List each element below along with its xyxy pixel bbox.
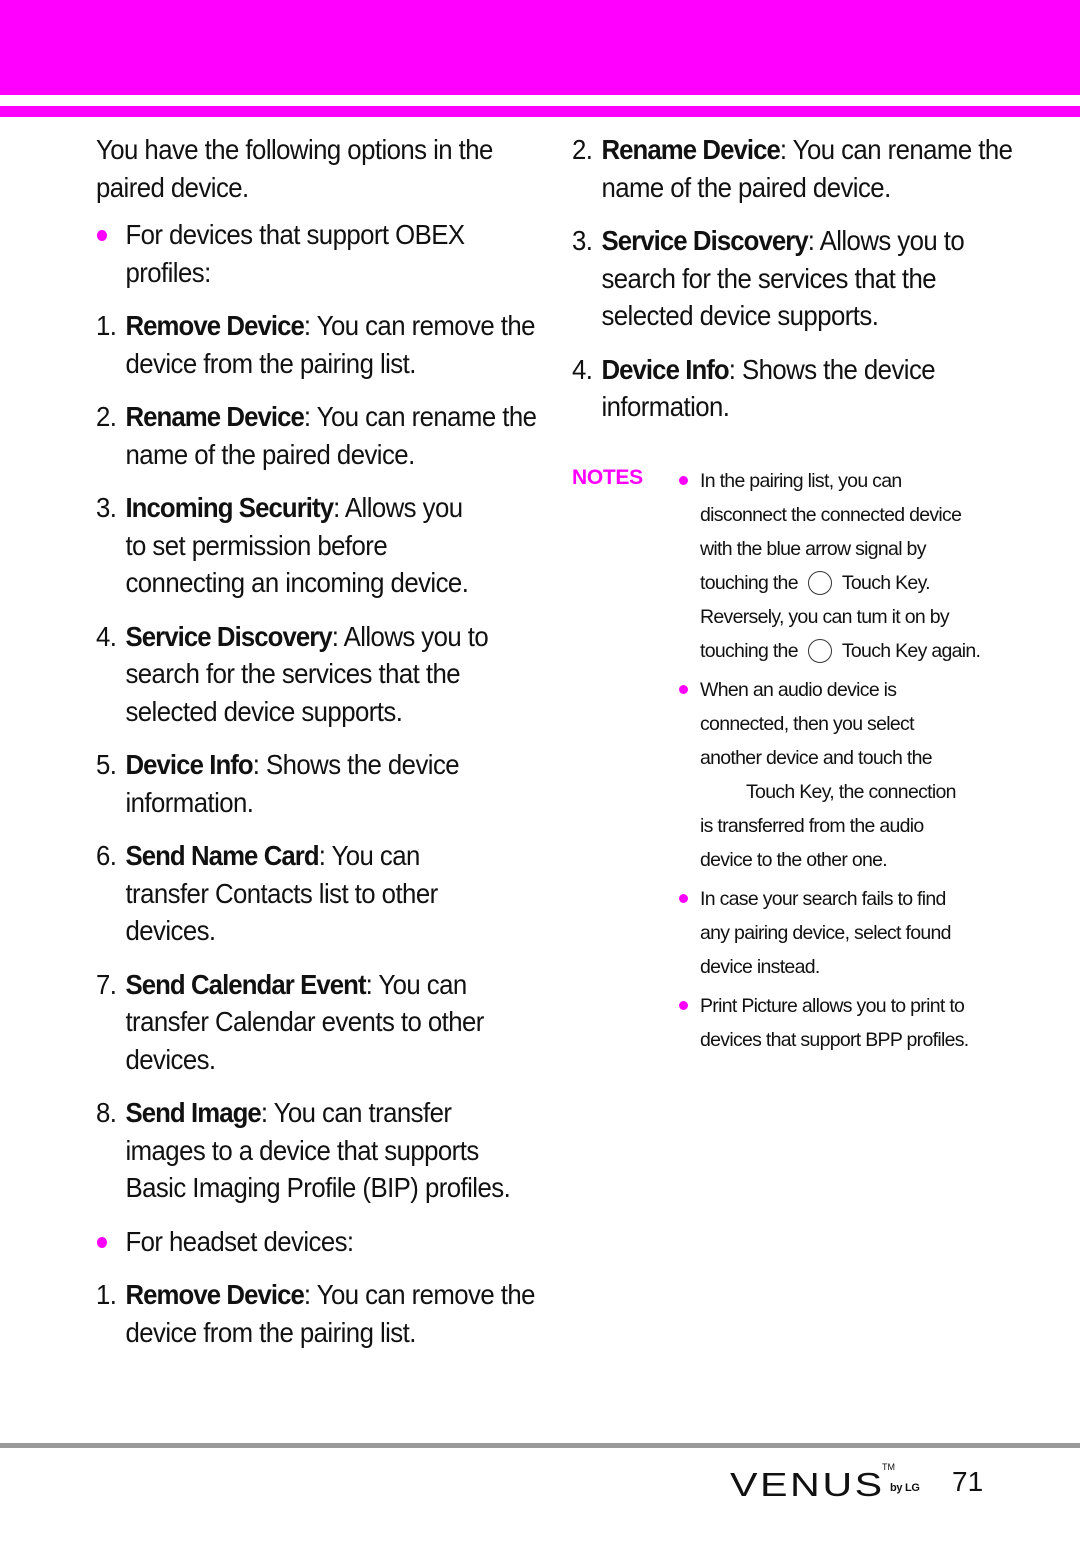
- obex-heading-text: For devices that support OBEX profiles:: [125, 219, 465, 288]
- list-item: 2. Rename Device: You can rename the nam…: [96, 398, 538, 473]
- item-term: Remove Device: [125, 310, 304, 341]
- item-term: Incoming Security: [125, 492, 334, 523]
- item-number: 1.: [96, 310, 117, 341]
- bullet-icon: [678, 882, 700, 984]
- list-item: 1. Remove Device: You can remove the dev…: [96, 1276, 538, 1351]
- list-item: 4. Service Discovery: Allows you to sear…: [96, 618, 538, 731]
- trademark-mark: TM: [882, 1462, 895, 1472]
- left-column: You have the following options in the pa…: [96, 131, 538, 1367]
- item-term: Send Name Card: [125, 840, 319, 871]
- item-number: 2.: [96, 401, 117, 432]
- list-item: 4. Device Info: Shows the device informa…: [572, 351, 1014, 426]
- list-item: 2. Rename Device: You can rename the nam…: [572, 131, 1014, 206]
- headset-heading: For headset devices:: [96, 1223, 538, 1261]
- item-term: Send Image: [125, 1097, 261, 1128]
- brand-logo: VENUS: [730, 1466, 885, 1503]
- bullet-icon: [678, 464, 700, 668]
- list-item: 1. Remove Device: You can remove the dev…: [96, 307, 538, 382]
- note-item: In the pairing list, you can disconnect …: [678, 464, 1008, 668]
- page-number: 71: [952, 1466, 984, 1497]
- item-number: 1.: [96, 1279, 117, 1310]
- item-number: 3.: [572, 225, 593, 256]
- item-term: Device Info: [125, 749, 253, 780]
- bullet-icon: [678, 989, 700, 1057]
- note-text: Touch Key, the connection is transferred…: [700, 781, 956, 871]
- notes-label: NOTES: [572, 466, 643, 489]
- headset-heading-text: For headset devices:: [125, 1225, 354, 1257]
- note-item: In case your search fails to find any pa…: [678, 882, 1008, 984]
- list-item: 7. Send Calendar Event: You can transfer…: [96, 966, 538, 1079]
- item-term: Service Discovery: [125, 620, 332, 652]
- note-text: Print Picture allows you to print to dev…: [700, 995, 969, 1051]
- item-number: 4.: [96, 620, 117, 652]
- item-number: 7.: [96, 968, 117, 1000]
- notes-list: In the pairing list, you can disconnect …: [678, 464, 1008, 1062]
- item-number: 5.: [96, 749, 117, 780]
- item-term: Send Calendar Event: [125, 968, 366, 1000]
- bullet-icon: [96, 1223, 125, 1261]
- list-item: 8. Send Image: You can transfer images t…: [96, 1094, 538, 1207]
- item-term: Service Discovery: [601, 225, 808, 256]
- item-term: Rename Device: [601, 134, 780, 165]
- list-item: 3. Service Discovery: Allows you to sear…: [572, 222, 1014, 335]
- item-number: 8.: [96, 1097, 117, 1128]
- note-text: In case your search fails to find any pa…: [700, 888, 951, 978]
- bullet-icon: [96, 216, 125, 291]
- footer: VENUS TM by LG 71: [730, 1462, 1030, 1502]
- header-rule: [0, 106, 1080, 117]
- list-item: 6. Send Name Card: You can transfer Cont…: [96, 837, 538, 950]
- item-term: Rename Device: [125, 401, 304, 432]
- right-column: 2. Rename Device: You can rename the nam…: [572, 131, 1014, 442]
- bullet-icon: [678, 673, 700, 877]
- item-term: Remove Device: [125, 1279, 304, 1310]
- item-term: Device Info: [601, 353, 729, 385]
- touch-key-circle-icon: [807, 639, 832, 663]
- item-number: 4.: [572, 353, 593, 385]
- note-item: Print Picture allows you to print to dev…: [678, 989, 1008, 1057]
- item-number: 3.: [96, 492, 117, 523]
- obex-heading: For devices that support OBEX profiles:: [96, 216, 538, 291]
- note-item: When an audio device is connected, then …: [678, 673, 1008, 877]
- note-text: When an audio device is connected, then …: [700, 679, 933, 769]
- item-number: 2.: [572, 134, 593, 165]
- intro-text: You have the following options in the pa…: [96, 134, 493, 203]
- footer-rule: [0, 1443, 1080, 1448]
- list-item: 3. Incoming Security: Allows you to set …: [96, 489, 538, 602]
- brand-byline: by LG: [890, 1482, 920, 1494]
- list-item: 5. Device Info: Shows the device informa…: [96, 746, 538, 821]
- header-band: [0, 0, 1080, 95]
- touch-key-circle-icon: [807, 571, 832, 595]
- item-number: 6.: [96, 840, 117, 871]
- note-text: Touch Key again.: [841, 640, 981, 662]
